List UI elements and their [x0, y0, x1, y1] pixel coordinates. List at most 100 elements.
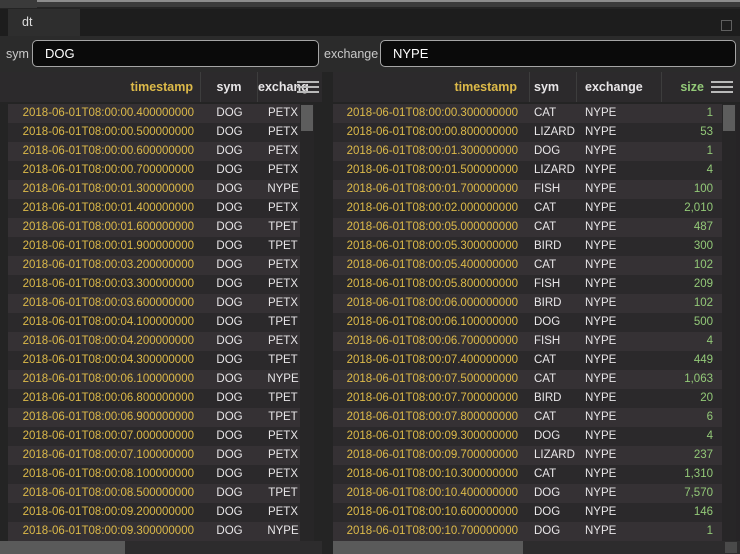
table-row[interactable]: 2018-06-01T08:00:03.600000000DOGPETX: [8, 294, 308, 313]
table-row[interactable]: 2018-06-01T08:00:01.300000000DOGNYPE1: [333, 142, 722, 161]
cell-timestamp: 2018-06-01T08:00:07.100000000: [8, 446, 201, 465]
cell-sym: DOG: [201, 218, 258, 237]
cell-sym: DOG: [201, 199, 258, 218]
table-row[interactable]: 2018-06-01T08:00:04.100000000DOGTPET: [8, 313, 308, 332]
cell-exchange: NYPE: [577, 503, 662, 522]
right-table-header: timestamp sym exchange size: [333, 72, 740, 102]
cell-timestamp: 2018-06-01T08:00:10.700000000: [333, 522, 530, 541]
table-row[interactable]: 2018-06-01T08:00:06.100000000DOGNYPE: [8, 370, 308, 389]
cell-size: 487: [662, 218, 722, 237]
table-row[interactable]: 2018-06-01T08:00:05.800000000FISHNYPE209: [333, 275, 722, 294]
table-row[interactable]: 2018-06-01T08:00:01.400000000DOGPETX: [8, 199, 308, 218]
table-row[interactable]: 2018-06-01T08:00:06.100000000DOGNYPE500: [333, 313, 722, 332]
left-table-rows: 2018-06-01T08:00:00.400000000DOGPETX2018…: [8, 104, 308, 541]
table-row[interactable]: 2018-06-01T08:00:00.700000000DOGPETX: [8, 161, 308, 180]
table-row[interactable]: 2018-06-01T08:00:07.800000000CATNYPE6: [333, 408, 722, 427]
sym-filter-input[interactable]: [32, 40, 319, 67]
cell-sym: FISH: [530, 180, 577, 199]
cell-timestamp: 2018-06-01T08:00:07.800000000: [333, 408, 530, 427]
cell-timestamp: 2018-06-01T08:00:04.200000000: [8, 332, 201, 351]
left-horizontal-scrollbar[interactable]: [0, 541, 322, 554]
left-horizontal-scrollbar-thumb[interactable]: [0, 541, 125, 554]
table-row[interactable]: 2018-06-01T08:00:06.900000000DOGTPET: [8, 408, 308, 427]
table-row[interactable]: 2018-06-01T08:00:05.000000000CATNYPE487: [333, 218, 722, 237]
cell-size: 20: [662, 389, 722, 408]
cell-size: 300: [662, 237, 722, 256]
cell-size: 1: [662, 142, 722, 161]
table-row[interactable]: 2018-06-01T08:00:01.600000000DOGTPET: [8, 218, 308, 237]
table-row[interactable]: 2018-06-01T08:00:06.000000000BIRDNYPE102: [333, 294, 722, 313]
cell-exchange: NYPE: [577, 465, 662, 484]
table-row[interactable]: 2018-06-01T08:00:05.300000000BIRDNYPE300: [333, 237, 722, 256]
table-row[interactable]: 2018-06-01T08:00:09.700000000LIZARDNYPE2…: [333, 446, 722, 465]
cell-size: 2,010: [662, 199, 722, 218]
table-row[interactable]: 2018-06-01T08:00:07.400000000CATNYPE449: [333, 351, 722, 370]
table-row[interactable]: 2018-06-01T08:00:09.300000000DOGNYPE: [8, 522, 308, 541]
left-vertical-scrollbar-thumb[interactable]: [301, 105, 313, 131]
right-vertical-scrollbar-thumb[interactable]: [723, 105, 735, 131]
table-row[interactable]: 2018-06-01T08:00:03.200000000DOGPETX: [8, 256, 308, 275]
table-row[interactable]: 2018-06-01T08:00:10.400000000DOGNYPE7,57…: [333, 484, 722, 503]
cell-timestamp: 2018-06-01T08:00:07.700000000: [333, 389, 530, 408]
table-row[interactable]: 2018-06-01T08:00:00.300000000CATNYPE1: [333, 104, 722, 123]
table-row[interactable]: 2018-06-01T08:00:08.500000000DOGTPET: [8, 484, 308, 503]
menu-icon[interactable]: [711, 81, 733, 93]
filter-row: sym exchange: [0, 36, 740, 72]
table-row[interactable]: 2018-06-01T08:00:08.100000000DOGPETX: [8, 465, 308, 484]
table-row[interactable]: 2018-06-01T08:00:01.300000000DOGNYPE: [8, 180, 308, 199]
table-row[interactable]: 2018-06-01T08:00:05.400000000CATNYPE102: [333, 256, 722, 275]
cell-timestamp: 2018-06-01T08:00:01.600000000: [8, 218, 201, 237]
cell-size: 102: [662, 294, 722, 313]
table-row[interactable]: 2018-06-01T08:00:01.700000000FISHNYPE100: [333, 180, 722, 199]
cell-exchange: NYPE: [577, 218, 662, 237]
tab-dt[interactable]: dt: [8, 9, 80, 36]
window-box-icon[interactable]: [721, 20, 732, 31]
table-row[interactable]: 2018-06-01T08:00:06.700000000FISHNYPE4: [333, 332, 722, 351]
table-row[interactable]: 2018-06-01T08:00:10.300000000CATNYPE1,31…: [333, 465, 722, 484]
table-row[interactable]: 2018-06-01T08:00:00.400000000DOGPETX: [8, 104, 308, 123]
table-row[interactable]: 2018-06-01T08:00:02.000000000CATNYPE2,01…: [333, 199, 722, 218]
cell-sym: DOG: [530, 313, 577, 332]
table-row[interactable]: 2018-06-01T08:00:00.800000000LIZARDNYPE5…: [333, 123, 722, 142]
table-row[interactable]: 2018-06-01T08:00:00.500000000DOGPETX: [8, 123, 308, 142]
table-row[interactable]: 2018-06-01T08:00:07.000000000DOGPETX: [8, 427, 308, 446]
cell-timestamp: 2018-06-01T08:00:09.300000000: [333, 427, 530, 446]
table-row[interactable]: 2018-06-01T08:00:07.500000000CATNYPE1,06…: [333, 370, 722, 389]
column-header-exchange[interactable]: exchange: [577, 72, 662, 102]
column-header-timestamp[interactable]: timestamp: [333, 72, 530, 102]
right-horizontal-scrollbar[interactable]: [333, 541, 740, 554]
table-row[interactable]: 2018-06-01T08:00:10.600000000DOGNYPE146: [333, 503, 722, 522]
column-header-sym[interactable]: sym: [201, 72, 258, 102]
cell-sym: DOG: [201, 370, 258, 389]
table-row[interactable]: 2018-06-01T08:00:03.300000000DOGPETX: [8, 275, 308, 294]
cell-sym: DOG: [201, 294, 258, 313]
table-row[interactable]: 2018-06-01T08:00:04.300000000DOGTPET: [8, 351, 308, 370]
cell-timestamp: 2018-06-01T08:00:09.700000000: [333, 446, 530, 465]
left-vertical-scrollbar[interactable]: [300, 104, 314, 541]
cell-timestamp: 2018-06-01T08:00:00.700000000: [8, 161, 201, 180]
right-horizontal-scrollbar-thumb[interactable]: [333, 541, 523, 554]
exchange-filter-input[interactable]: [380, 40, 736, 67]
table-row[interactable]: 2018-06-01T08:00:01.500000000LIZARDNYPE4: [333, 161, 722, 180]
cell-size: 1,310: [662, 465, 722, 484]
column-header-size[interactable]: size: [662, 72, 713, 102]
top-strip-scrollbar[interactable]: [37, 0, 740, 7]
table-row[interactable]: 2018-06-01T08:00:04.200000000DOGPETX: [8, 332, 308, 351]
table-row[interactable]: 2018-06-01T08:00:09.200000000DOGPETX: [8, 503, 308, 522]
cell-timestamp: 2018-06-01T08:00:01.500000000: [333, 161, 530, 180]
cell-exchange: NYPE: [577, 199, 662, 218]
cell-sym: DOG: [201, 427, 258, 446]
cell-size: 4: [662, 332, 722, 351]
menu-icon[interactable]: [297, 81, 319, 93]
table-row[interactable]: 2018-06-01T08:00:00.600000000DOGPETX: [8, 142, 308, 161]
table-row[interactable]: 2018-06-01T08:00:06.800000000DOGTPET: [8, 389, 308, 408]
cell-sym: DOG: [201, 408, 258, 427]
table-row[interactable]: 2018-06-01T08:00:10.700000000DOGNYPE1: [333, 522, 722, 541]
table-row[interactable]: 2018-06-01T08:00:07.100000000DOGPETX: [8, 446, 308, 465]
column-header-sym[interactable]: sym: [530, 72, 577, 102]
table-row[interactable]: 2018-06-01T08:00:07.700000000BIRDNYPE20: [333, 389, 722, 408]
right-vertical-scrollbar[interactable]: [722, 104, 736, 541]
table-row[interactable]: 2018-06-01T08:00:01.900000000DOGTPET: [8, 237, 308, 256]
column-header-timestamp[interactable]: timestamp: [8, 72, 201, 102]
table-row[interactable]: 2018-06-01T08:00:09.300000000DOGNYPE4: [333, 427, 722, 446]
